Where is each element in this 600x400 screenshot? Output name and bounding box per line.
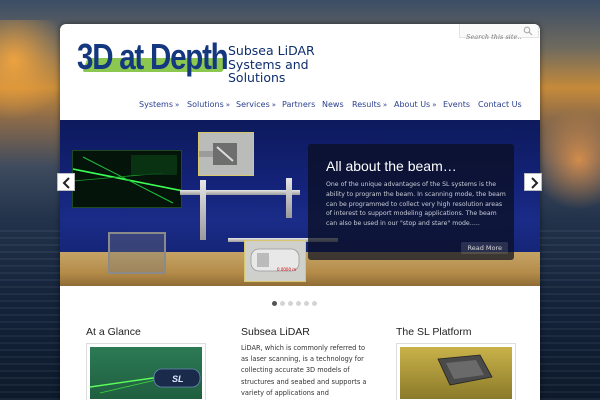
nav-item-systems[interactable]: Systems» xyxy=(139,100,179,109)
slider-pagination xyxy=(272,291,320,306)
measurement-label: 0.0000 m xyxy=(277,267,297,272)
rig-frame xyxy=(108,232,166,274)
nav-item-partners[interactable]: Partners xyxy=(282,100,315,109)
nav-item-about-us[interactable]: About Us» xyxy=(394,100,437,109)
nav-item-solutions[interactable]: Solutions» xyxy=(187,100,230,109)
slider-dot-2[interactable] xyxy=(280,301,285,306)
site-tagline: Subsea LiDAR Systems and Solutions xyxy=(228,43,315,85)
chevron-left-icon xyxy=(62,177,70,189)
logo-text: 3D at Depth xyxy=(77,36,229,77)
search-input[interactable] xyxy=(460,31,522,43)
search-box xyxy=(459,24,539,43)
column-title: Subsea LiDAR xyxy=(241,326,310,338)
slider-dot-6[interactable] xyxy=(312,301,317,306)
pipe-vertical-right xyxy=(286,178,292,218)
pipe-horizontal xyxy=(180,190,300,195)
backdrop-glow-right xyxy=(530,110,600,210)
column-title: The SL Platform xyxy=(396,326,472,338)
valve-inset-image xyxy=(198,132,254,176)
slide-text: One of the unique advantages of the SL s… xyxy=(326,181,506,228)
slider-prev-button[interactable] xyxy=(57,173,75,191)
column-sl-platform: The SL Platform xyxy=(396,326,516,400)
slide-caption: All about the beam… One of the unique ad… xyxy=(308,144,514,260)
sl-platform-image[interactable] xyxy=(396,343,516,400)
pipe-inset-image: 0.0000 m xyxy=(244,240,306,282)
slider-dot-3[interactable] xyxy=(288,301,293,306)
svg-text:SL: SL xyxy=(172,374,184,384)
nav-item-news[interactable]: News xyxy=(322,100,344,109)
search-icon[interactable] xyxy=(523,26,533,36)
nav-item-results[interactable]: Results» xyxy=(352,100,387,109)
slider-dot-4[interactable] xyxy=(296,301,301,306)
nav-item-contact-us[interactable]: Contact Us xyxy=(478,100,522,109)
slider-dot-5[interactable] xyxy=(304,301,309,306)
laser-image xyxy=(72,150,184,208)
slider-dot-1[interactable] xyxy=(272,301,277,306)
at-a-glance-image[interactable]: SL xyxy=(86,343,206,400)
nav-item-services[interactable]: Services» xyxy=(236,100,276,109)
column-title: At a Glance xyxy=(86,326,141,338)
hero-slider: 0.0000 m All about the beam… One of the … xyxy=(60,120,540,286)
pipe-vertical xyxy=(200,180,206,240)
read-more-button[interactable]: Read More xyxy=(461,242,508,254)
chevron-right-icon xyxy=(531,177,539,189)
column-text: LiDAR, which is commonly referred to as … xyxy=(241,344,367,397)
main-nav: Systems» Solutions» Services» Partners N… xyxy=(60,100,540,116)
column-subsea-lidar: Subsea LiDAR LiDAR, which is commonly re… xyxy=(241,326,373,399)
slide-title: All about the beam… xyxy=(326,158,457,174)
page-container: 3D at Depth Subsea LiDAR Systems and Sol… xyxy=(60,24,540,400)
column-at-a-glance: At a Glance SL xyxy=(86,326,206,400)
nav-item-events[interactable]: Events xyxy=(443,100,470,109)
slider-next-button[interactable] xyxy=(524,173,542,191)
